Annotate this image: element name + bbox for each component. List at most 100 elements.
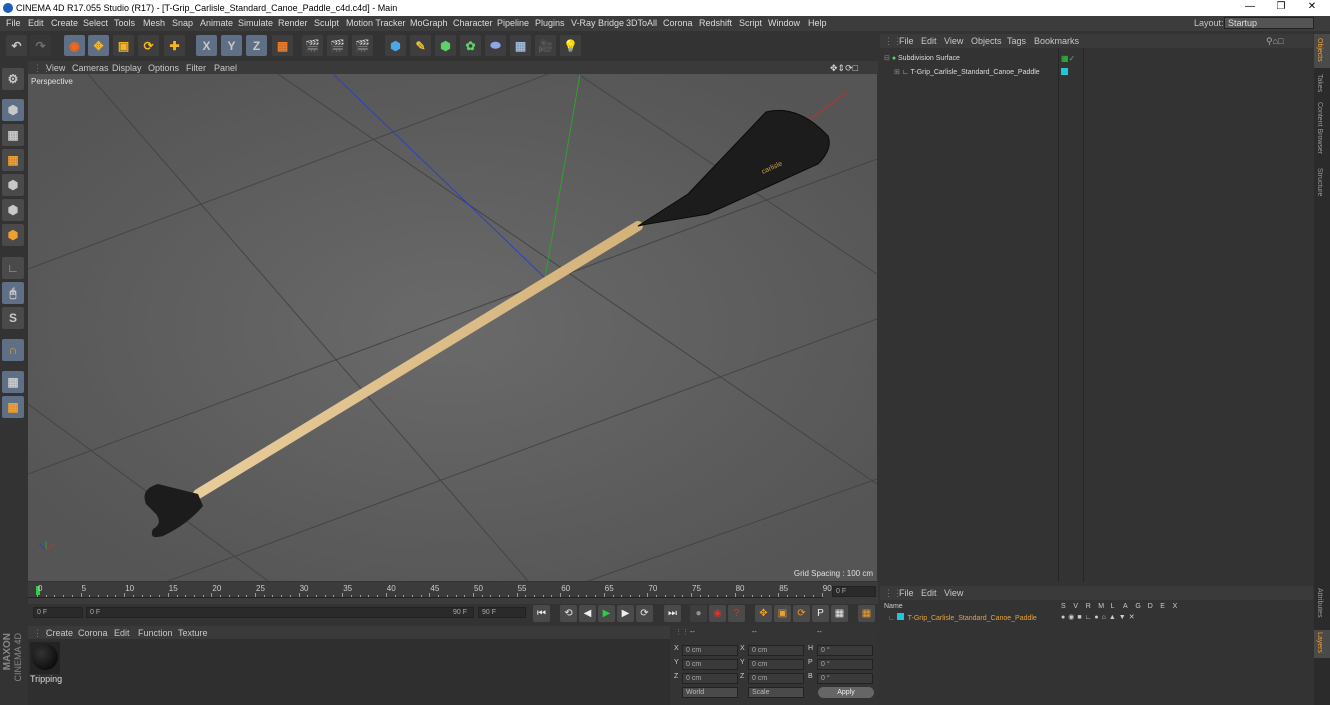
enabled-check-icon[interactable]: ▦✓: [1061, 54, 1075, 63]
lock-workplane-icon[interactable]: ▦: [2, 371, 24, 393]
coord-position-field[interactable]: 0 cm: [682, 673, 738, 684]
menu-edit[interactable]: Edit: [28, 18, 44, 28]
menu-file[interactable]: File: [6, 18, 21, 28]
edges-mode-icon[interactable]: ⬢: [2, 199, 24, 221]
layer-color-icon[interactable]: [1061, 68, 1068, 75]
coordinate-system-icon[interactable]: ▦: [272, 35, 293, 56]
axis-mode-icon[interactable]: ∟: [2, 257, 24, 279]
menu-window[interactable]: Window: [768, 18, 800, 28]
prev-key-icon[interactable]: ⟲: [560, 605, 577, 622]
layer-column-header[interactable]: X: [1173, 603, 1178, 610]
close-icon[interactable]: ✕: [1302, 1, 1322, 12]
layer-column-header[interactable]: M: [1098, 603, 1104, 610]
pen-spline-icon[interactable]: ✎: [410, 35, 431, 56]
workplane-icon[interactable]: ▦: [2, 149, 24, 171]
rotate-tool-icon[interactable]: ⟳: [138, 35, 159, 56]
next-frame-icon[interactable]: ▶: [617, 605, 634, 622]
menu-redshift[interactable]: Redshift: [699, 18, 732, 28]
menu-animate[interactable]: Animate: [200, 18, 233, 28]
viewport-menu-options[interactable]: Options: [148, 63, 179, 73]
objects-menu-objects[interactable]: Objects: [971, 36, 1002, 46]
tab-structure[interactable]: Structure: [1316, 168, 1323, 196]
menu-mesh[interactable]: Mesh: [143, 18, 165, 28]
viewport[interactable]: carlisle Perspective Grid Spacing : 100 …: [28, 74, 877, 581]
menu-help[interactable]: Help: [808, 18, 827, 28]
goto-start-icon[interactable]: ⏮: [533, 605, 550, 622]
key-param-icon[interactable]: P: [812, 605, 829, 622]
objects-menu-file[interactable]: File: [899, 36, 914, 46]
tab-content-browser[interactable]: Content Browser: [1316, 102, 1323, 154]
menu-pipeline[interactable]: Pipeline: [497, 18, 529, 28]
menu-3dtoall[interactable]: 3DToAll: [626, 18, 657, 28]
objects-menu-edit[interactable]: Edit: [921, 36, 937, 46]
menu-select[interactable]: Select: [83, 18, 108, 28]
y-axis-lock[interactable]: Y: [221, 35, 242, 56]
redo-icon[interactable]: ↷: [30, 35, 51, 56]
timeline[interactable]: 0 5 10 15 20 25 30 35 40 45 50 55 60 65 70 75 80 85 90 0 F: [28, 582, 878, 604]
layer-column-header[interactable]: E: [1160, 603, 1165, 610]
goto-end-icon[interactable]: ⏭: [664, 605, 681, 622]
polygons-mode-icon[interactable]: ⬢: [2, 224, 24, 246]
menu-sculpt[interactable]: Sculpt: [314, 18, 339, 28]
layers-menu-file[interactable]: File: [899, 588, 914, 598]
tweak-mode-icon[interactable]: 🖰: [2, 282, 24, 304]
layer-column-header[interactable]: L: [1111, 603, 1115, 610]
coord-rotation-field[interactable]: 0 °: [817, 645, 873, 656]
keyframe-selection-icon[interactable]: ?: [728, 605, 745, 622]
objects-menu-bookmarks[interactable]: Bookmarks: [1034, 36, 1079, 46]
menu-corona[interactable]: Corona: [663, 18, 693, 28]
viewport-menu-view[interactable]: View: [46, 63, 65, 73]
timeline-window-icon[interactable]: ▦: [858, 605, 875, 622]
menu-script[interactable]: Script: [739, 18, 762, 28]
menu-mograph[interactable]: MoGraph: [410, 18, 448, 28]
material-menu-corona[interactable]: Corona: [78, 628, 108, 638]
menu-snap[interactable]: Snap: [172, 18, 193, 28]
make-editable-icon[interactable]: ⚙: [2, 68, 24, 90]
magnet-icon[interactable]: ∩: [2, 339, 24, 361]
cube-icon[interactable]: ⬢: [385, 35, 406, 56]
camera-icon[interactable]: 🎥: [535, 35, 556, 56]
coord-position-field[interactable]: 0 cm: [682, 645, 738, 656]
layer-column-header[interactable]: S: [1061, 603, 1066, 610]
material-menu-texture[interactable]: Texture: [178, 628, 208, 638]
tab-attributes[interactable]: Attributes: [1316, 588, 1323, 618]
key-position-icon[interactable]: ✥: [755, 605, 772, 622]
object-row-subdivision[interactable]: ⊟ ● Subdivision Surface: [884, 54, 960, 62]
tab-takes[interactable]: Takes: [1316, 74, 1323, 92]
render-settings-icon[interactable]: 🎬: [352, 35, 373, 56]
material-menu-function[interactable]: Function: [138, 628, 173, 638]
tab-objects[interactable]: Objects: [1316, 38, 1323, 62]
viewport-menu-display[interactable]: Display: [112, 63, 142, 73]
undo-icon[interactable]: ↶: [6, 35, 27, 56]
coord-position-field[interactable]: 0 cm: [682, 659, 738, 670]
z-axis-lock[interactable]: Z: [246, 35, 267, 56]
coord-rotation-field[interactable]: 0 °: [817, 673, 873, 684]
objects-menu-view[interactable]: View: [944, 36, 963, 46]
layer-column-header[interactable]: A: [1123, 603, 1128, 610]
prev-frame-icon[interactable]: ◀: [579, 605, 596, 622]
material-menu-create[interactable]: Create: [46, 628, 73, 638]
layer-flags[interactable]: ●◉■∟●⌂▲▼✕: [1061, 613, 1138, 621]
layers-menu-edit[interactable]: Edit: [921, 588, 937, 598]
layer-column-header[interactable]: V: [1073, 603, 1078, 610]
layer-column-header[interactable]: D: [1148, 603, 1153, 610]
viewport-menu-filter[interactable]: Filter: [186, 63, 206, 73]
next-key-icon[interactable]: ⟳: [636, 605, 653, 622]
select-tool-icon[interactable]: ◉: [64, 35, 85, 56]
objects-menu-tags[interactable]: Tags: [1007, 36, 1026, 46]
layout-select[interactable]: Startup: [1224, 17, 1314, 29]
layer-column-header[interactable]: G: [1135, 603, 1140, 610]
viewport-menu-panel[interactable]: Panel: [214, 63, 237, 73]
menu-create[interactable]: Create: [51, 18, 78, 28]
menu-plugins[interactable]: Plugins: [535, 18, 565, 28]
coord-rotation-field[interactable]: 0 °: [817, 659, 873, 670]
restore-icon[interactable]: ❐: [1271, 1, 1291, 12]
record-keys-icon[interactable]: ●: [690, 605, 707, 622]
play-icon[interactable]: ▶: [598, 605, 615, 622]
search-icon[interactable]: ⚲⌂□: [1266, 36, 1283, 47]
planar-workplane-icon[interactable]: ▦: [2, 396, 24, 418]
menu-vray-bridge[interactable]: V-Ray Bridge: [571, 18, 624, 28]
deformer-icon[interactable]: ⬬: [485, 35, 506, 56]
points-mode-icon[interactable]: ⬢: [2, 174, 24, 196]
menu-motion-tracker[interactable]: Motion Tracker: [346, 18, 406, 28]
